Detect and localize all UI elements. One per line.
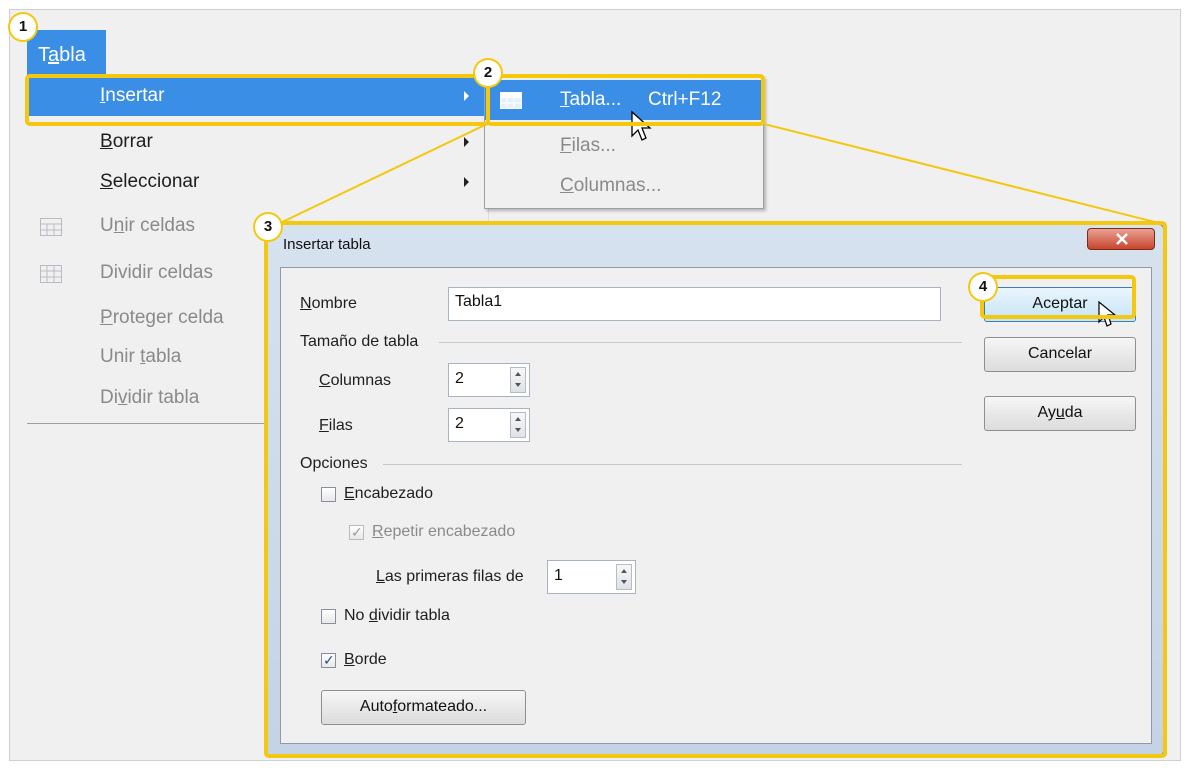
step-badge-3: 3 [253, 212, 283, 242]
highlight-insertar [25, 74, 490, 126]
step-badge-1: 1 [8, 12, 38, 42]
step-badge-4: 4 [968, 272, 998, 302]
highlight-tabla-submenu [486, 74, 765, 126]
step-badge-2: 2 [473, 58, 503, 88]
highlight-ok-button [980, 275, 1136, 319]
